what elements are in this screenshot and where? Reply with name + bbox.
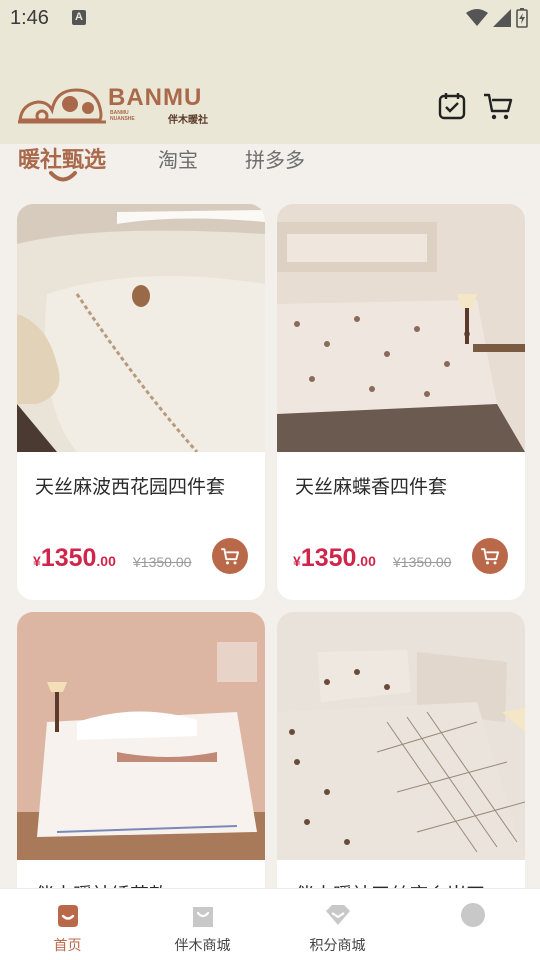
- notification-a-icon: A: [72, 10, 86, 25]
- signal-icon: [493, 9, 511, 27]
- banmu-logo[interactable]: BANMU BANMU NUANSHE 伴木暖社: [18, 82, 218, 128]
- cart-icon[interactable]: [482, 90, 514, 122]
- product-image[interactable]: [277, 612, 525, 860]
- nav-label: 首页: [53, 937, 82, 953]
- product-image[interactable]: [277, 204, 525, 452]
- category-tabs: 暖社甄选 淘宝 拼多多: [0, 144, 540, 186]
- tab-pinduoduo[interactable]: 拼多多: [245, 144, 305, 173]
- shopping-bag-icon: [193, 907, 213, 927]
- status-bar: 1:46 A: [0, 0, 540, 36]
- product-price: ¥1350.00: [293, 544, 376, 572]
- tab-taobao[interactable]: 淘宝: [158, 144, 198, 173]
- logo-sub-text: BANMU NUANSHE: [110, 110, 135, 122]
- battery-icon: [516, 8, 528, 28]
- diamond-icon: [326, 905, 350, 925]
- product-card[interactable]: 天丝麻蝶香四件套 ¥1350.00 ¥1350.00: [277, 204, 525, 600]
- nav-points-mall[interactable]: 积分商城: [270, 889, 405, 960]
- product-original-price: ¥1350.00: [393, 554, 452, 570]
- nav-label: 伴木商城: [174, 937, 231, 953]
- home-bag-icon: [58, 905, 78, 927]
- calendar-check-icon[interactable]: [436, 90, 468, 122]
- app-header: BANMU BANMU NUANSHE 伴木暖社: [0, 36, 540, 144]
- logo-chinese-text: 伴木暖社: [168, 115, 208, 126]
- wifi-icon: [466, 9, 488, 26]
- status-time: 1:46: [10, 7, 49, 29]
- product-title: 天丝麻蝶香四件套: [295, 477, 448, 498]
- product-card[interactable]: 天丝麻波西花园四件套 ¥1350.00 ¥1350.00: [17, 204, 265, 600]
- product-card[interactable]: 伴木暖社绣花款: [17, 612, 265, 912]
- status-icons: [466, 8, 528, 28]
- add-to-cart-button[interactable]: [472, 538, 508, 574]
- add-to-cart-button[interactable]: [212, 538, 248, 574]
- logo-brand-text: BANMU: [108, 84, 203, 111]
- nav-profile[interactable]: [405, 889, 540, 960]
- logo-mascot-icon: [18, 88, 106, 124]
- active-tab-indicator: [49, 171, 77, 182]
- product-title: 天丝麻波西花园四件套: [35, 477, 226, 498]
- product-price: ¥1350.00: [33, 544, 116, 572]
- product-original-price: ¥1350.00: [133, 554, 192, 570]
- bottom-navigation: 首页 伴木商城 积分商城: [0, 888, 540, 960]
- cart-icon: [481, 548, 500, 565]
- cart-icon: [221, 548, 240, 565]
- product-image[interactable]: [17, 612, 265, 860]
- nav-home[interactable]: 首页: [0, 889, 135, 960]
- nav-label: 积分商城: [309, 937, 366, 953]
- profile-icon: [461, 903, 485, 927]
- nav-banmu-mall[interactable]: 伴木商城: [135, 889, 270, 960]
- product-image[interactable]: [17, 204, 265, 452]
- product-card[interactable]: 伴木暖社天丝麻乡岸四: [277, 612, 525, 912]
